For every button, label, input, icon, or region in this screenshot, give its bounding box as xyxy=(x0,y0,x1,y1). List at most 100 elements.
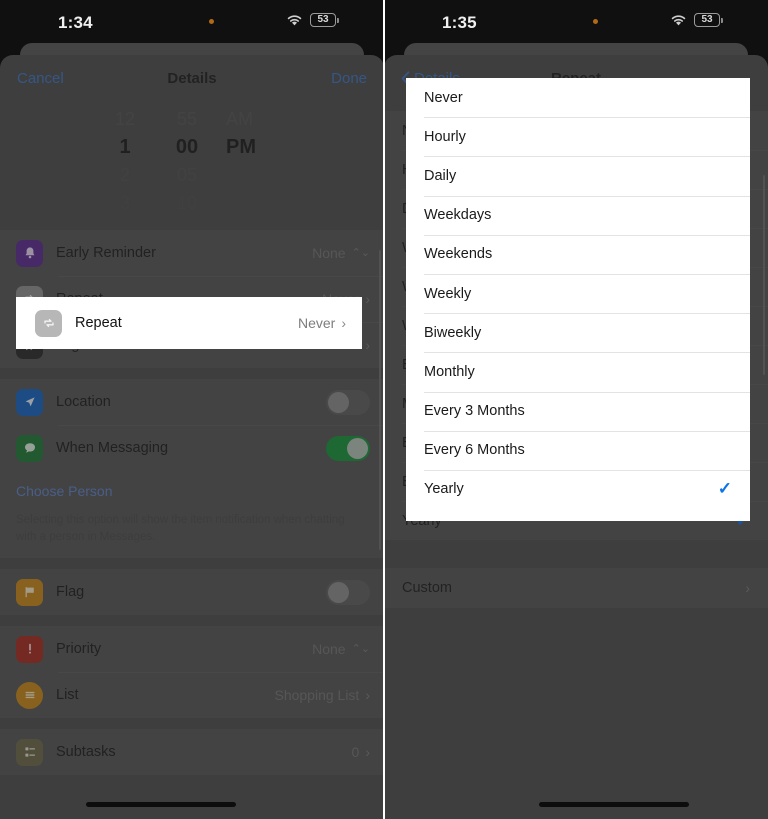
wifi-icon xyxy=(287,14,302,25)
row-repeat-highlighted[interactable]: Repeat Never › xyxy=(16,297,362,349)
row-list[interactable]: List Shopping List › xyxy=(0,672,384,719)
period-option-selected[interactable]: PM xyxy=(226,133,256,161)
list-item-yearly[interactable]: Yearly ✓ xyxy=(406,469,750,509)
orange-indicator-dot xyxy=(209,19,214,24)
minute-option[interactable]: 05 xyxy=(177,161,197,189)
period-option[interactable]: AM xyxy=(226,105,253,133)
list-item-every-3-months[interactable]: Every 3 Months xyxy=(406,391,750,431)
option-label: Weekly xyxy=(424,285,472,302)
row-when-messaging[interactable]: When Messaging xyxy=(0,425,384,471)
hour-option[interactable]: 12 xyxy=(115,105,135,133)
time-picker[interactable]: 12 1 2 3 55 00 05 10 AM PM xyxy=(0,101,384,219)
row-label: Priority xyxy=(56,641,102,658)
row-label: When Messaging xyxy=(56,440,169,456)
home-indicator-right xyxy=(539,802,690,807)
option-label: Every 6 Months xyxy=(424,442,525,459)
list-item-weekdays[interactable]: Weekdays xyxy=(406,195,750,235)
custom-group: Custom › xyxy=(384,568,768,608)
chevron-right-icon[interactable]: › xyxy=(365,687,370,703)
option-label: Hourly xyxy=(424,128,466,145)
row-label: Early Reminder xyxy=(56,245,156,261)
details-nav-bar: Cancel Done Details xyxy=(0,55,384,101)
navigation-arrow-icon xyxy=(16,388,43,416)
row-early-reminder[interactable]: Early Reminder None ⌃⌄ xyxy=(0,230,384,276)
list-item-weekends[interactable]: Weekends xyxy=(406,234,750,274)
list-item-every-6-months[interactable]: Every 6 Months xyxy=(406,430,750,470)
status-bar-right: 1:35 53 xyxy=(384,0,768,48)
row-location[interactable]: Location xyxy=(0,379,384,425)
row-priority[interactable]: Priority None ⌃⌄ xyxy=(0,626,384,673)
chevron-right-icon[interactable]: › xyxy=(365,744,370,760)
row-label: Repeat xyxy=(75,315,122,331)
location-toggle[interactable] xyxy=(326,389,370,415)
hour-option-selected[interactable]: 1 xyxy=(119,133,130,161)
battery-icon: 53 xyxy=(310,13,339,27)
priority-list-group: Priority None ⌃⌄ List Shopping List › xyxy=(0,626,384,719)
choose-person-link[interactable]: Choose Person xyxy=(16,483,113,499)
cancel-button[interactable]: Cancel xyxy=(17,70,64,87)
message-bubble-icon xyxy=(16,434,43,462)
minute-option[interactable]: 55 xyxy=(177,105,197,133)
subtasks-icon xyxy=(16,738,43,766)
wifi-icon xyxy=(671,14,686,25)
period-wheel[interactable]: AM PM xyxy=(218,105,290,219)
option-label: Every 3 Months xyxy=(424,403,525,420)
status-time: 1:34 xyxy=(58,13,93,32)
left-phone-screen: 1:34 53 Cancel Done Details 12 1 2 3 55 … xyxy=(0,0,384,819)
choose-person-row[interactable]: Choose Person xyxy=(0,471,384,503)
list-item-hourly[interactable]: Hourly xyxy=(406,117,750,156)
status-time: 1:35 xyxy=(442,13,477,32)
hour-option[interactable]: 2 xyxy=(120,161,130,189)
scrollbar-right[interactable] xyxy=(762,175,765,375)
row-label: Location xyxy=(56,394,111,410)
row-value: None xyxy=(312,245,346,261)
list-item-monthly[interactable]: Monthly xyxy=(406,352,750,391)
hour-wheel[interactable]: 12 1 2 3 xyxy=(94,105,156,219)
when-messaging-toggle[interactable] xyxy=(326,435,370,461)
repeat-icon xyxy=(35,309,62,337)
list-item-daily[interactable]: Daily xyxy=(406,156,750,195)
scrollbar-left[interactable] xyxy=(378,250,381,550)
updown-chevron-icon[interactable]: ⌃⌄ xyxy=(352,643,370,655)
row-flag[interactable]: Flag xyxy=(0,569,384,616)
option-label: Weekdays xyxy=(424,207,492,224)
bell-icon xyxy=(16,239,43,267)
list-item-weekly[interactable]: Weekly xyxy=(406,273,750,313)
hour-option[interactable]: 3 xyxy=(120,189,130,217)
option-label: Yearly xyxy=(424,481,464,498)
repeat-options-list-highlighted: Never Hourly Daily Weekdays Weekends Wee… xyxy=(406,78,750,521)
when-messaging-footnote: Selecting this option will show the item… xyxy=(0,503,384,559)
minute-wheel[interactable]: 55 00 05 10 xyxy=(156,105,218,219)
done-button[interactable]: Done xyxy=(331,70,367,87)
flag-toggle[interactable] xyxy=(326,579,370,605)
right-phone-screen: 1:35 53 Details xyxy=(384,0,768,819)
dual-phone-screenshot: 1:34 53 Cancel Done Details 12 1 2 3 55 … xyxy=(0,0,768,819)
row-value: Never xyxy=(297,315,336,331)
chevron-right-icon[interactable]: › xyxy=(365,337,370,353)
row-value: Shopping List xyxy=(274,687,360,704)
status-right-cluster: 53 xyxy=(286,13,339,27)
chevron-right-icon[interactable]: › xyxy=(745,580,750,596)
row-label: Subtasks xyxy=(56,744,116,761)
option-label: Monthly xyxy=(424,363,475,380)
row-custom[interactable]: Custom › xyxy=(384,568,768,608)
orange-indicator-dot xyxy=(593,19,598,24)
exclamation-icon xyxy=(16,635,43,663)
list-item-biweekly[interactable]: Biweekly xyxy=(406,313,750,352)
minute-option[interactable]: 10 xyxy=(177,189,197,217)
minute-option-selected[interactable]: 00 xyxy=(176,133,198,161)
row-subtasks[interactable]: Subtasks 0 › xyxy=(0,729,384,776)
option-label: Biweekly xyxy=(424,324,482,341)
flag-icon xyxy=(16,578,43,606)
details-sheet: Cancel Done Details 12 1 2 3 55 00 05 10… xyxy=(0,55,384,819)
chevron-right-icon[interactable]: › xyxy=(365,291,370,307)
row-label: List xyxy=(56,687,79,704)
custom-label: Custom xyxy=(402,580,452,596)
toggle-knob xyxy=(328,581,349,603)
checkmark-icon: ✓ xyxy=(717,479,732,499)
chevron-right-icon[interactable]: › xyxy=(341,315,346,331)
list-item-never[interactable]: Never xyxy=(406,78,750,117)
status-right-cluster: 53 xyxy=(670,13,723,27)
subtasks-group: Subtasks 0 › xyxy=(0,729,384,776)
updown-chevron-icon[interactable]: ⌃⌄ xyxy=(352,247,370,259)
